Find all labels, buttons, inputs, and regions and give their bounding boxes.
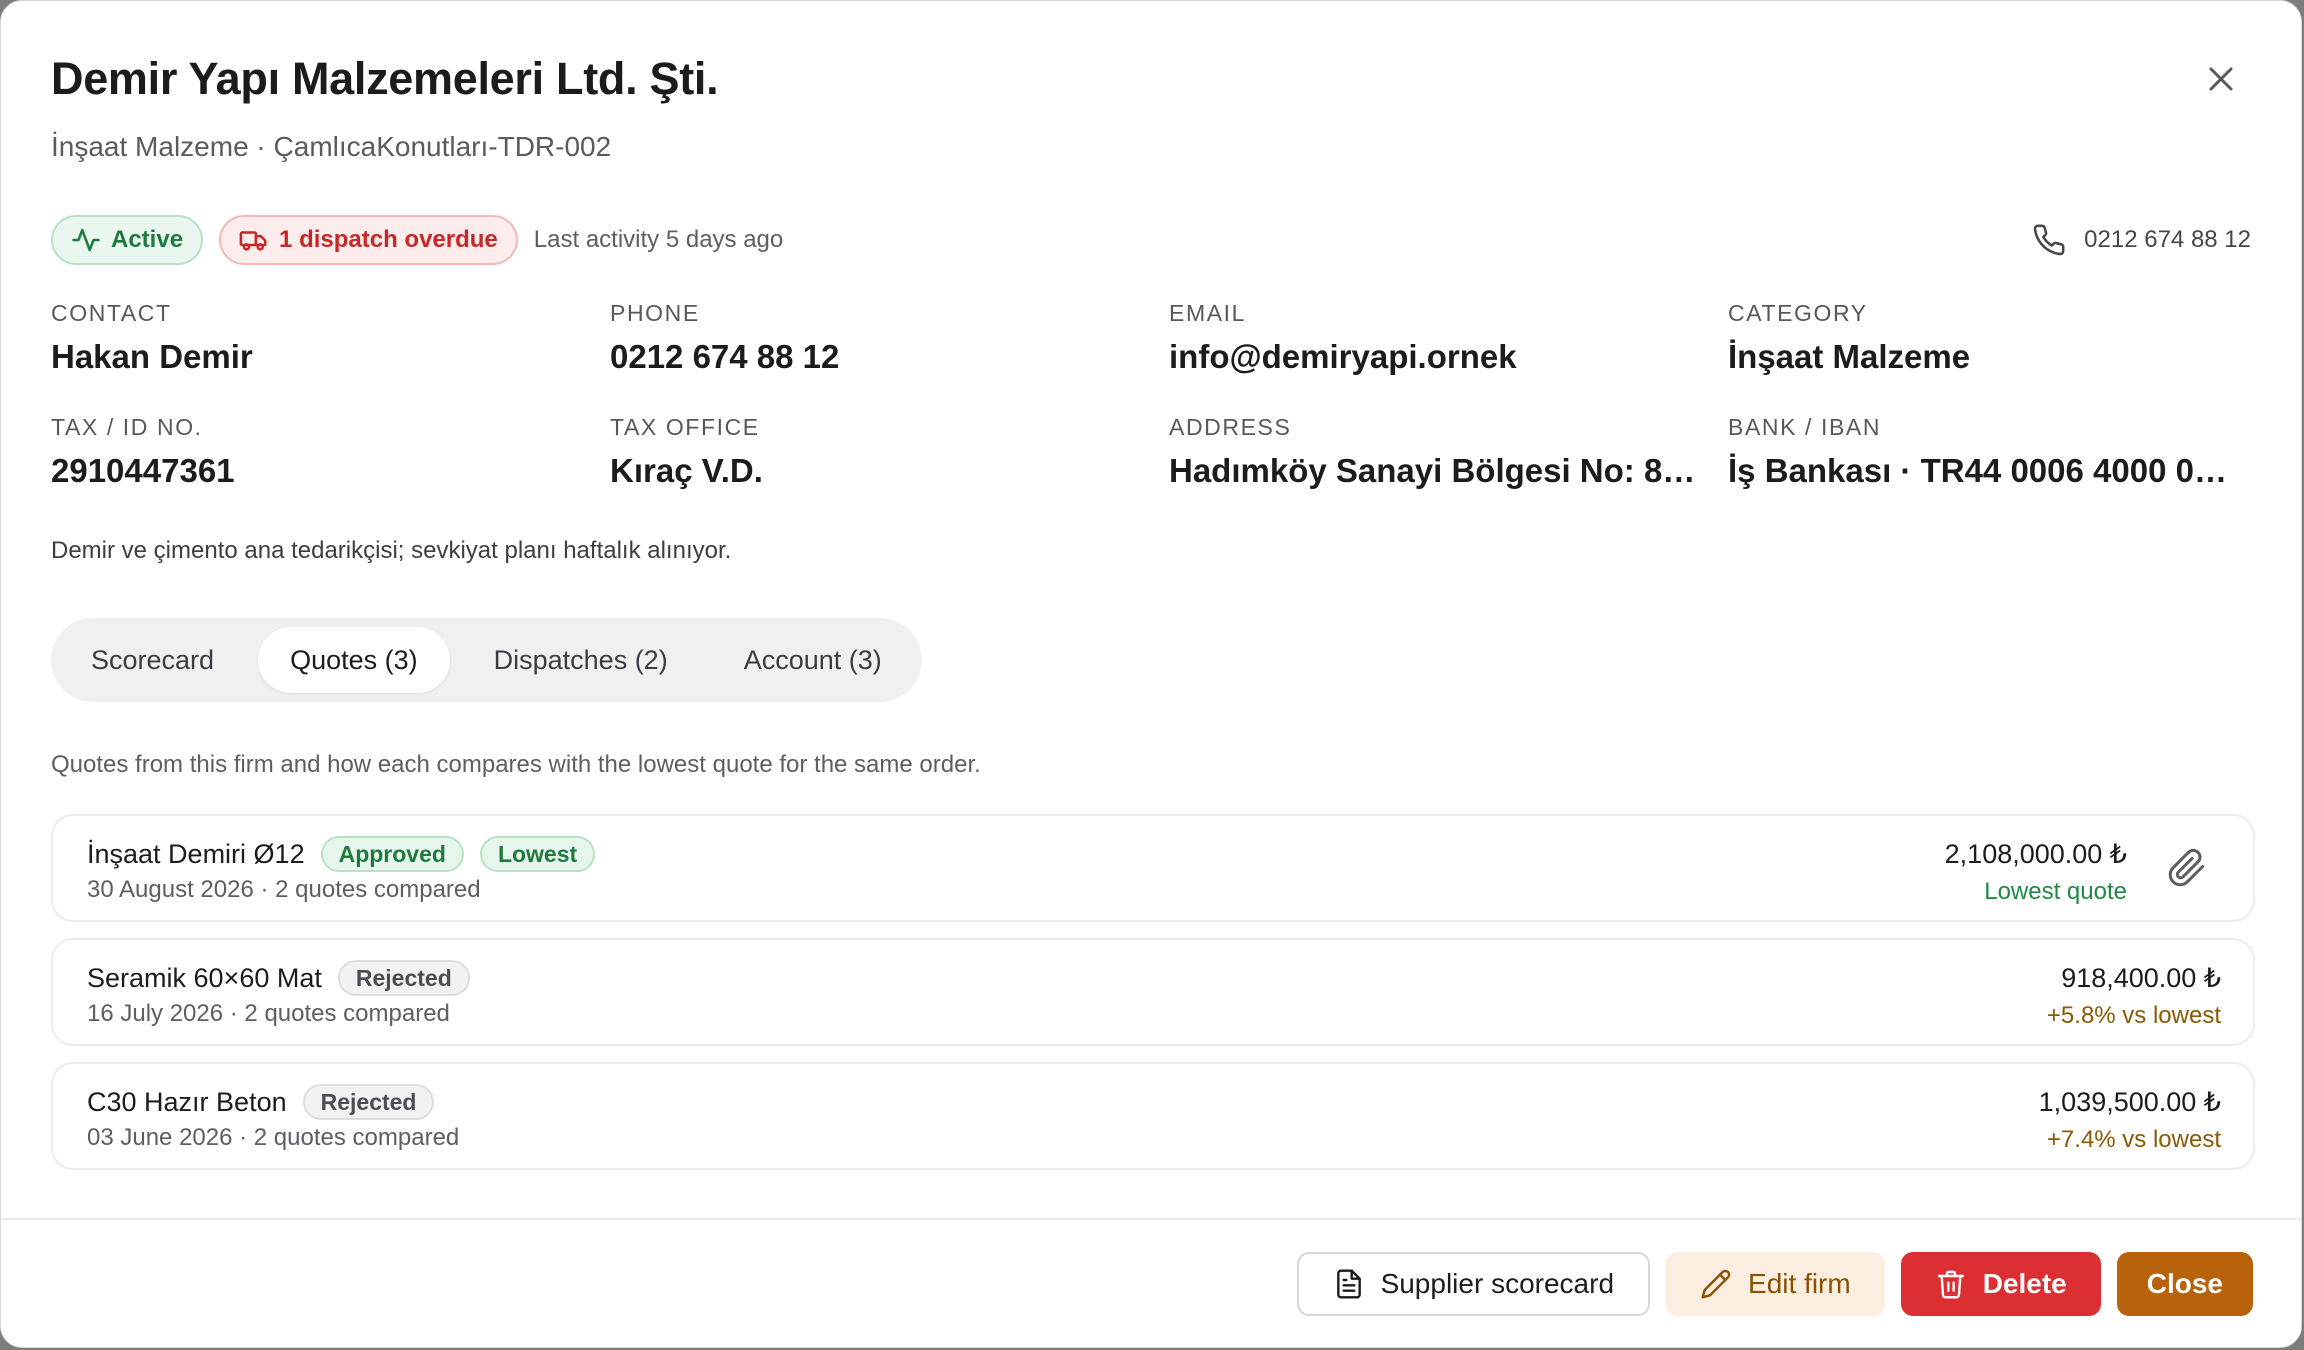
delete-button[interactable]: Delete	[1900, 1252, 2101, 1316]
info-category: CATEGORY İnşaat Malzeme	[1728, 295, 2255, 379]
quote-title: İnşaat Demiri Ø12	[87, 838, 305, 869]
info-contact: CONTACT Hakan Demir	[51, 295, 610, 379]
phone-icon	[2033, 224, 2065, 256]
active-badge-label: Active	[111, 226, 184, 253]
footer-divider	[1, 1218, 2301, 1220]
quote-delta: +7.4% vs lowest	[2046, 1126, 2221, 1153]
close-label: Close	[2146, 1268, 2223, 1299]
info-value: İş Bankası · TR44 0006 4000 00...	[1728, 452, 2240, 489]
quote-amount: 2,108,000.00 ₺	[1944, 839, 2127, 869]
info-value: info@demiryapi.ornek	[1169, 338, 1517, 375]
supplier-scorecard-button[interactable]: Supplier scorecard	[1296, 1252, 1651, 1316]
dialog-header: Demir Yapı Malzemeleri Ltd. Şti. İnşaat …	[51, 47, 2251, 165]
pencil-icon	[1701, 1269, 1731, 1299]
phone-link[interactable]: 0212 674 88 12	[2032, 223, 2251, 257]
close-icon[interactable]	[2201, 59, 2241, 99]
info-phone: PHONE 0212 674 88 12	[610, 295, 1169, 379]
quote-row[interactable]: Seramik 60×60 Mat Rejected 16 July 2026 …	[51, 938, 2255, 1046]
info-value: Hakan Demir	[51, 338, 253, 375]
delete-label: Delete	[1982, 1268, 2067, 1299]
quote-amount: 1,039,500.00 ₺	[2038, 1087, 2221, 1117]
tab-quotes[interactable]: Quotes (3)	[258, 627, 450, 693]
document-icon	[1336, 1269, 1361, 1299]
info-value: 0212 674 88 12	[610, 338, 840, 375]
info-label: PHONE	[610, 300, 700, 326]
tab-account[interactable]: Account (3)	[712, 627, 914, 693]
info-bank-iban: BANK / IBAN İş Bankası · TR44 0006 4000 …	[1728, 409, 2255, 493]
info-value: 2910447361	[51, 452, 235, 489]
overdue-badge: 1 dispatch overdue	[219, 215, 518, 265]
quote-row[interactable]: İnşaat Demiri Ø12 Approved Lowest 30 Aug…	[51, 814, 2255, 922]
lowest-badge: Lowest	[479, 836, 596, 872]
approved-badge: Approved	[320, 836, 464, 872]
firm-note: Demir ve çimento ana tedarikçisi; sevkiy…	[51, 537, 732, 564]
info-tax-office: TAX OFFICE Kıraç V.D.	[610, 409, 1169, 493]
last-activity: Last activity 5 days ago	[533, 226, 784, 253]
info-tax-id: TAX / ID NO. 2910447361	[51, 409, 610, 493]
firm-detail-dialog: Demir Yapı Malzemeleri Ltd. Şti. İnşaat …	[0, 0, 2302, 1348]
quote-delta: +5.8% vs lowest	[2046, 1002, 2221, 1029]
rejected-badge: Rejected	[302, 1084, 435, 1120]
close-button[interactable]: Close	[2116, 1252, 2253, 1316]
quote-amount: 918,400.00 ₺	[2061, 963, 2221, 993]
dialog-footer: Supplier scorecard Edit firm Delete Clos…	[1281, 1252, 2253, 1316]
info-label: EMAIL	[1169, 300, 1247, 326]
info-label: CATEGORY	[1728, 300, 1868, 326]
quote-title: C30 Hazır Beton	[87, 1086, 287, 1117]
paperclip-icon[interactable]	[2167, 848, 2207, 888]
quote-list: İnşaat Demiri Ø12 Approved Lowest 30 Aug…	[51, 814, 2255, 1186]
info-label: TAX / ID NO.	[51, 414, 203, 440]
info-label: BANK / IBAN	[1728, 414, 1882, 440]
quote-meta: 30 August 2026 · 2 quotes compared	[87, 876, 481, 903]
edit-firm-button[interactable]: Edit firm	[1666, 1252, 1885, 1316]
supplier-scorecard-label: Supplier scorecard	[1380, 1268, 1615, 1299]
info-label: CONTACT	[51, 300, 172, 326]
quote-meta: 16 July 2026 · 2 quotes compared	[87, 1000, 450, 1027]
truck-icon	[239, 231, 267, 251]
quotes-description: Quotes from this firm and how each compa…	[51, 751, 981, 778]
info-address: ADDRESS Hadımköy Sanayi Bölgesi No: 88..…	[1169, 409, 1728, 493]
trash-icon	[1937, 1270, 1964, 1299]
active-badge: Active	[51, 215, 204, 265]
firm-info-grid: CONTACT Hakan Demir PHONE 0212 674 88 12…	[51, 295, 2255, 493]
edit-firm-label: Edit firm	[1748, 1268, 1851, 1299]
info-email: EMAIL info@demiryapi.ornek	[1169, 295, 1728, 379]
quote-meta: 03 June 2026 · 2 quotes compared	[87, 1124, 460, 1151]
quote-title: Seramik 60×60 Mat	[87, 962, 322, 993]
quote-delta: Lowest quote	[1984, 878, 2127, 905]
firm-name: Demir Yapı Malzemeleri Ltd. Şti.	[51, 53, 719, 104]
info-label: ADDRESS	[1169, 414, 1292, 440]
info-value: İnşaat Malzeme	[1728, 338, 1971, 375]
tab-scorecard[interactable]: Scorecard	[59, 627, 246, 693]
info-value: Hadımköy Sanayi Bölgesi No: 88...	[1169, 452, 1709, 489]
firm-subtitle: İnşaat Malzeme · ÇamlıcaKonutları-TDR-00…	[51, 131, 612, 162]
tab-dispatches[interactable]: Dispatches (2)	[462, 627, 700, 693]
overdue-badge-label: 1 dispatch overdue	[279, 226, 498, 253]
quote-row[interactable]: C30 Hazır Beton Rejected 03 June 2026 · …	[51, 1062, 2255, 1170]
activity-icon	[72, 228, 100, 252]
detail-tabs: Scorecard Quotes (3) Dispatches (2) Acco…	[51, 618, 922, 702]
rejected-badge: Rejected	[337, 960, 470, 996]
status-row: Active 1 dispatch overdue Last activity …	[51, 213, 2251, 267]
phone-top-number: 0212 674 88 12	[2084, 226, 2251, 253]
info-value: Kıraç V.D.	[610, 452, 763, 489]
info-label: TAX OFFICE	[610, 414, 760, 440]
